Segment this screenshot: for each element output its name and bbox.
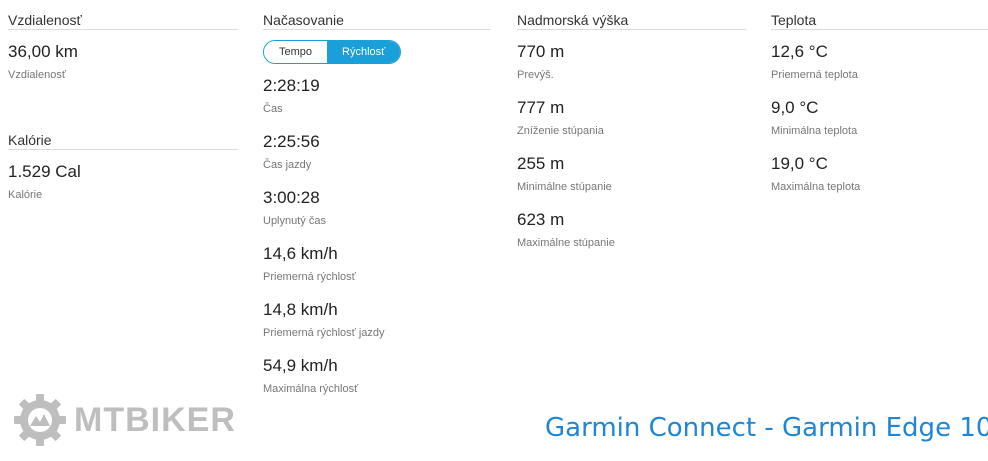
elevation-loss-stat: 777 m Zníženie stúpania (517, 98, 746, 154)
max-temperature-stat: 19,0 °C Maximálna teplota (771, 154, 988, 210)
caption-text: Garmin Connect - Garmin Edge 1000 (545, 413, 988, 443)
stat-value: 770 m (517, 42, 565, 61)
stat-label: Čas (263, 103, 283, 115)
stat-value: 3:00:28 (263, 188, 320, 207)
min-temperature-stat: 9,0 °C Minimálna teplota (771, 98, 988, 154)
distance-calories-column: Vzdialenosť 36,00 km Vzdialenosť Kalórie… (8, 0, 238, 206)
stat-value: 19,0 °C (771, 154, 828, 173)
pace-speed-toggle[interactable]: Tempo Rýchlosť (263, 40, 402, 64)
distance-value: 36,00 km (8, 42, 78, 61)
stat-value: 9,0 °C (771, 98, 819, 117)
stat-value: 2:28:19 (263, 76, 320, 95)
stat-value: 2:25:56 (263, 132, 320, 151)
avg-speed-stat: 14,6 km/h Priemerná rýchlosť (263, 244, 491, 300)
max-elevation-stat: 623 m Maximálne stúpanie (517, 210, 746, 266)
stat-label: Zníženie stúpania (517, 125, 604, 137)
timing-column: Načasovanie Tempo Rýchlosť 2:28:19 Čas 2… (263, 0, 491, 412)
max-speed-stat: 54,9 km/h Maximálna rýchlosť (263, 356, 491, 412)
elevation-section-title: Nadmorská výška (517, 0, 746, 30)
timing-section-title: Načasovanie (263, 0, 491, 30)
elapsed-time-stat: 3:00:28 Uplynutý čas (263, 188, 491, 244)
stat-value: 14,6 km/h (263, 244, 338, 263)
temperature-column: Teplota 12,6 °C Priemerná teplota 9,0 °C… (771, 0, 988, 210)
stat-label: Maximálna rýchlosť (263, 383, 359, 395)
gear-icon (14, 394, 66, 446)
avg-temperature-stat: 12,6 °C Priemerná teplota (771, 42, 988, 98)
stat-label: Uplynutý čas (263, 215, 326, 227)
stat-label: Čas jazdy (263, 159, 312, 171)
stat-value: 255 m (517, 154, 565, 173)
stat-value: 777 m (517, 98, 565, 117)
moving-time-stat: 2:25:56 Čas jazdy (263, 132, 491, 188)
timing-stats-list: 2:28:19 Čas 2:25:56 Čas jazdy 3:00:28 Up… (263, 76, 491, 412)
stat-value: 14,8 km/h (263, 300, 338, 319)
distance-label: Vzdialenosť (8, 69, 66, 81)
elevation-stats-list: 770 m Prevýš. 777 m Zníženie stúpania 25… (517, 42, 746, 266)
activity-stats-page: Vzdialenosť 36,00 km Vzdialenosť Kalórie… (0, 0, 988, 461)
temperature-section-title: Teplota (771, 0, 988, 30)
stat-label: Priemerná rýchlosť (263, 271, 356, 283)
distance-section-title: Vzdialenosť (8, 0, 238, 30)
stat-label: Prevýš. (517, 69, 554, 81)
min-elevation-stat: 255 m Minimálne stúpanie (517, 154, 746, 210)
mtbiker-logo: MTBIKER (12, 392, 236, 448)
time-stat: 2:28:19 Čas (263, 76, 491, 132)
stat-label: Priemerná teplota (771, 69, 858, 81)
calories-section-title: Kalórie (8, 120, 238, 150)
calories-stat: 1.529 Cal Kalórie (8, 162, 238, 206)
stat-value: 12,6 °C (771, 42, 828, 61)
calories-label: Kalórie (8, 189, 43, 201)
toggle-pace-button[interactable]: Tempo (264, 41, 328, 63)
elevation-column: Nadmorská výška 770 m Prevýš. 777 m Zníž… (517, 0, 746, 266)
stat-value: 623 m (517, 210, 565, 229)
distance-stat: 36,00 km Vzdialenosť (8, 42, 238, 86)
logo-text: MTBIKER (74, 400, 236, 439)
elevation-gain-stat: 770 m Prevýš. (517, 42, 746, 98)
calories-value: 1.529 Cal (8, 162, 81, 181)
toggle-speed-button[interactable]: Rýchlosť (327, 41, 401, 63)
stat-value: 54,9 km/h (263, 356, 338, 375)
stat-label: Maximálna teplota (771, 181, 861, 193)
avg-moving-speed-stat: 14,8 km/h Priemerná rýchlosť jazdy (263, 300, 491, 356)
stat-label: Maximálne stúpanie (517, 237, 615, 249)
temperature-stats-list: 12,6 °C Priemerná teplota 9,0 °C Minimál… (771, 42, 988, 210)
stat-label: Minimálna teplota (771, 125, 858, 137)
stat-label: Minimálne stúpanie (517, 181, 612, 193)
stat-label: Priemerná rýchlosť jazdy (263, 327, 385, 339)
